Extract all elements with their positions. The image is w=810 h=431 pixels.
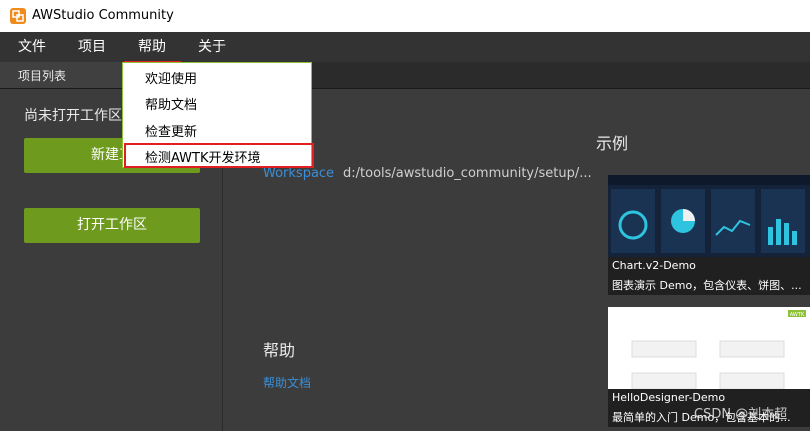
no-workspace-text: 尚未打开工作区 (24, 108, 122, 124)
help-doc-link[interactable]: 帮助文档 (263, 374, 311, 391)
example-caption: Chart.v2-Demo 图表演示 Demo，包含仪表、饼图、... (608, 257, 810, 295)
open-workspace-button[interactable]: 打开工作区 (24, 208, 200, 243)
workspace-link[interactable]: Workspace (263, 166, 334, 181)
example-description: 图表演示 Demo，包含仪表、饼图、... (612, 279, 802, 292)
check-env-highlight (124, 143, 314, 168)
menu-bar: 文件 项目 帮助 关于 (0, 32, 810, 90)
title-bar: AWStudio Community (0, 0, 810, 32)
workspace-path: d:/tools/awstudio_community/setup/... (343, 166, 592, 181)
menu-about[interactable]: 关于 (198, 32, 226, 62)
watermark: CSDN @刘本超 (694, 407, 788, 422)
chart-demo-thumbnail (608, 175, 810, 257)
example-title: Chart.v2-Demo (612, 259, 696, 272)
menu-project[interactable]: 项目 (78, 32, 106, 62)
hellodesigner-demo-thumbnail: AWTK (608, 307, 810, 389)
menu-file[interactable]: 文件 (18, 32, 46, 62)
window-title: AWStudio Community (32, 8, 174, 23)
tab-project-list-label: 项目列表 (18, 69, 67, 83)
examples-heading: 示例 (596, 134, 629, 153)
awtk-tag: AWTK (790, 312, 805, 318)
menu-item-check-update[interactable]: 检查更新 (145, 121, 197, 140)
example-card-chart[interactable]: Chart.v2-Demo 图表演示 Demo，包含仪表、饼图、... (608, 175, 810, 295)
menu-item-welcome[interactable]: 欢迎使用 (145, 68, 197, 87)
help-heading: 帮助 (263, 341, 296, 360)
menu-help[interactable]: 帮助 (138, 32, 166, 62)
tab-project-list[interactable]: 项目列表 (0, 62, 123, 88)
app-logo-icon (10, 8, 26, 24)
menu-item-help-docs[interactable]: 帮助文档 (145, 94, 197, 113)
